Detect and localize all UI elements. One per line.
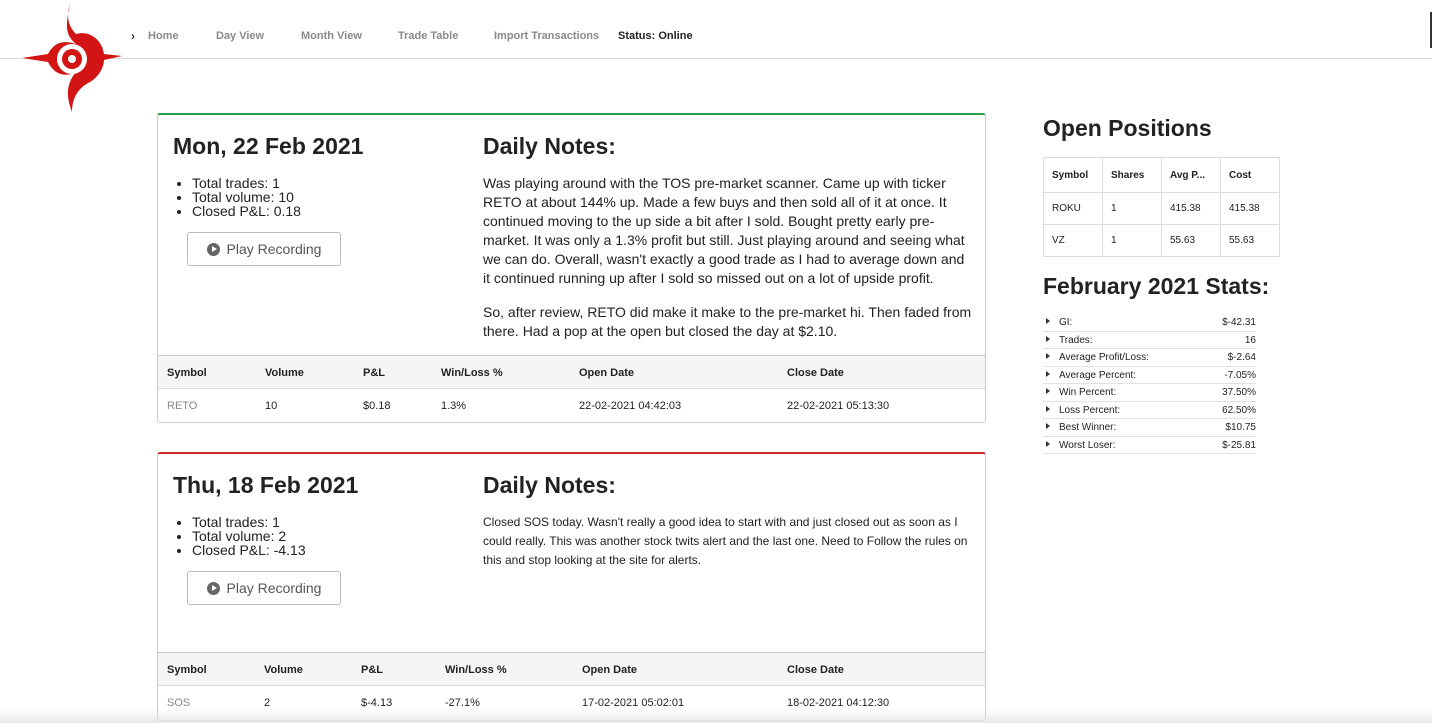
- daily-notes: Was playing around with the TOS pre-mark…: [483, 174, 973, 341]
- nav-home[interactable]: Home: [148, 30, 179, 42]
- col-close-date: Close Date: [787, 664, 844, 676]
- caret-right-icon: [1046, 318, 1050, 324]
- table-row[interactable]: SOS 2 $-4.13 -27.1% 17-02-2021 05:02:01 …: [158, 687, 985, 719]
- stat-average-profit-loss: Average Profit/Loss: $-2.64: [1043, 349, 1256, 367]
- nav-day-view[interactable]: Day View: [216, 30, 264, 42]
- notes-paragraph: So, after review, RETO did make it make …: [483, 304, 972, 339]
- play-recording-label: Play Recording: [226, 241, 322, 257]
- cell-shares: 1: [1102, 192, 1162, 225]
- caret-right-icon: [1046, 335, 1050, 342]
- table-row[interactable]: RETO 10 $0.18 1.3% 22-02-2021 04:42:03 2…: [158, 390, 985, 422]
- cell-symbol: ROKU: [1043, 192, 1103, 225]
- day-summary: Total trades: 1 Total volume: 2 Closed P…: [173, 515, 306, 557]
- cell-cost: 55.63: [1220, 224, 1280, 257]
- caret-right-icon: [1046, 423, 1050, 429]
- col-symbol[interactable]: Symbol: [1043, 157, 1103, 193]
- cell-open-date: 17-02-2021 05:02:01: [582, 697, 685, 709]
- col-symbol: Symbol: [167, 664, 207, 676]
- caret-right-icon: [1046, 370, 1050, 377]
- daily-notes-title: Daily Notes:: [483, 472, 616, 498]
- cell-symbol[interactable]: SOS: [167, 697, 190, 709]
- play-recording-label: Play Recording: [226, 580, 322, 596]
- table-row[interactable]: VZ 1 55.63 55.63: [1043, 224, 1280, 257]
- col-symbol: Symbol: [167, 367, 207, 379]
- cell-cost: 415.38: [1220, 192, 1280, 225]
- stat-trades: Trades: 16: [1043, 332, 1256, 349]
- col-pnl: P&L: [363, 367, 385, 379]
- cell-pnl: $-4.13: [361, 697, 393, 709]
- col-close-date: Close Date: [787, 367, 844, 379]
- open-positions-table: Symbol Shares Avg P... Cost ROKU 1 415.3…: [1043, 157, 1280, 257]
- col-cost[interactable]: Cost: [1220, 157, 1280, 193]
- cell-win-loss: -27.1%: [445, 697, 480, 709]
- monthly-stats-title: February 2021 Stats:: [1043, 273, 1270, 299]
- top-navbar: › Home Day View Month View Trade Table I…: [0, 0, 1432, 59]
- cell-open-date: 22-02-2021 04:42:03: [579, 400, 682, 412]
- logo-icon[interactable]: [20, 4, 122, 112]
- summary-closed-pnl: Closed P&L: -4.13: [192, 543, 306, 557]
- summary-total-trades: Total trades: 1: [192, 176, 301, 190]
- nav-trade-table[interactable]: Trade Table: [398, 30, 458, 42]
- status-indicator: Status: Online: [618, 30, 693, 42]
- cell-close-date: 22-02-2021 05:13:30: [787, 400, 890, 412]
- play-recording-button[interactable]: Play Recording: [187, 571, 341, 605]
- notes-paragraph: Was playing around with the TOS pre-mark…: [483, 175, 965, 286]
- cell-win-loss: 1.3%: [441, 400, 467, 412]
- col-win-loss: Win/Loss %: [441, 367, 503, 379]
- play-circle-icon: [206, 242, 220, 256]
- day-date: Mon, 22 Feb 2021: [173, 133, 364, 159]
- col-open-date: Open Date: [579, 367, 635, 379]
- col-win-loss: Win/Loss %: [445, 664, 507, 676]
- table-row[interactable]: ROKU 1 415.38 415.38: [1043, 192, 1280, 225]
- col-avg-price[interactable]: Avg P...: [1161, 157, 1221, 193]
- cell-symbol[interactable]: RETO: [167, 400, 197, 412]
- cell-avg-price: 55.63: [1161, 224, 1221, 257]
- col-open-date: Open Date: [582, 664, 638, 676]
- trade-table-header: Symbol Volume P&L Win/Loss % Open Date C…: [158, 652, 985, 686]
- cell-avg-price: 415.38: [1161, 192, 1221, 225]
- summary-total-volume: Total volume: 10: [192, 190, 301, 204]
- monthly-stats-list: GI: $-42.31 Trades: 16 Average Profit/Loss…: [1043, 314, 1256, 454]
- stat-worst-loser: Worst Loser: $-25.81: [1043, 437, 1256, 454]
- stat-win-percent: Win Percent: 37.50%: [1043, 384, 1256, 402]
- open-positions-title: Open Positions: [1043, 115, 1212, 141]
- cell-close-date: 18-02-2021 04:12:30: [787, 697, 890, 709]
- nav-month-view[interactable]: Month View: [301, 30, 362, 42]
- col-volume: Volume: [265, 367, 304, 379]
- stat-gi: GI: $-42.31: [1043, 314, 1256, 332]
- cell-volume: 2: [264, 697, 271, 709]
- play-recording-button[interactable]: Play Recording: [187, 232, 341, 266]
- stat-loss-percent: Loss Percent: 62.50%: [1043, 402, 1256, 419]
- caret-right-icon: [1046, 388, 1050, 394]
- notes-paragraph: Closed SOS today. Wasn't really a good i…: [483, 515, 968, 567]
- day-summary: Total trades: 1 Total volume: 10 Closed …: [173, 176, 301, 218]
- day-date: Thu, 18 Feb 2021: [173, 472, 359, 498]
- nav-import-transactions[interactable]: Import Transactions: [494, 30, 599, 42]
- day-card: Thu, 18 Feb 2021 Total trades: 1 Total v…: [157, 452, 986, 721]
- col-shares[interactable]: Shares: [1102, 157, 1162, 193]
- chevron-right-icon: ›: [131, 29, 135, 43]
- summary-closed-pnl: Closed P&L: 0.18: [192, 204, 301, 218]
- daily-notes-title: Daily Notes:: [483, 133, 616, 159]
- cell-pnl: $0.18: [363, 400, 391, 412]
- caret-right-icon: [1046, 440, 1050, 447]
- caret-right-icon: [1046, 353, 1050, 359]
- col-volume: Volume: [264, 664, 303, 676]
- day-card: Mon, 22 Feb 2021 Total trades: 1 Total v…: [157, 113, 986, 423]
- cell-volume: 10: [265, 400, 278, 412]
- cell-shares: 1: [1102, 224, 1162, 257]
- summary-total-trades: Total trades: 1: [192, 515, 306, 529]
- play-circle-icon: [206, 581, 220, 595]
- cell-symbol: VZ: [1043, 224, 1103, 257]
- stat-best-winner: Best Winner: $10.75: [1043, 419, 1256, 437]
- trade-table-header: Symbol Volume P&L Win/Loss % Open Date C…: [158, 355, 985, 389]
- caret-right-icon: [1046, 405, 1050, 412]
- stat-average-percent: Average Percent: -7.05%: [1043, 367, 1256, 384]
- summary-total-volume: Total volume: 2: [192, 529, 306, 543]
- daily-notes: Closed SOS today. Wasn't really a good i…: [483, 513, 973, 570]
- col-pnl: P&L: [361, 664, 383, 676]
